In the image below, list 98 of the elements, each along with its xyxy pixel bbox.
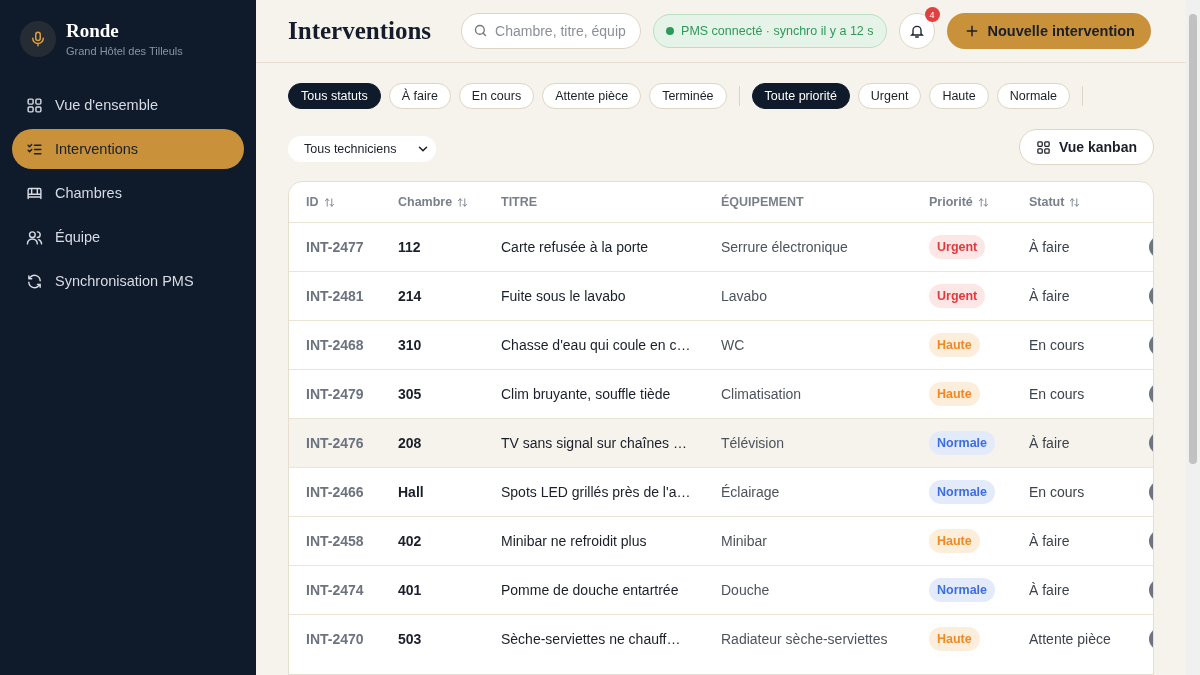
page-title: Interventions: [288, 17, 432, 45]
table-cell: En cours: [1029, 484, 1085, 500]
new-intervention-button[interactable]: Nouvelle intervention: [946, 13, 1151, 49]
table-cell: Chasse d'eau qui coule en c…: [501, 337, 691, 353]
table-cell: INT-2466: [306, 484, 364, 500]
filter-chip[interactable]: Terminée: [649, 83, 727, 109]
sidebar-item[interactable]: Vue d'ensemble: [12, 85, 244, 125]
sort-icon: [323, 196, 335, 208]
search-field[interactable]: Chambre, titre, équip: [461, 13, 642, 49]
filter-chip[interactable]: Urgent: [857, 83, 922, 109]
filter-chip[interactable]: Attente pièce: [542, 83, 642, 109]
column-header[interactable]: Statut: [1029, 195, 1081, 209]
priority-badge: Urgent: [929, 284, 986, 308]
priority-badge: Normale: [929, 480, 996, 504]
filter-chip[interactable]: Haute: [929, 83, 989, 109]
table-cell: Fuite sous le lavabo: [501, 288, 626, 304]
table-cell: À faire: [1029, 582, 1070, 598]
people-icon: [26, 228, 43, 246]
table-cell: Pomme de douche entartrée: [501, 582, 679, 598]
brand-name: Ronde: [66, 20, 120, 42]
column-header[interactable]: Chambre: [398, 195, 469, 209]
notification-badge: 4: [924, 7, 940, 22]
table-cell: 503: [398, 631, 422, 647]
bell-icon: [908, 23, 925, 39]
table-cell: 310: [398, 337, 422, 353]
filter-chip[interactable]: À faire: [388, 83, 451, 109]
priority-badge: Normale: [929, 578, 996, 602]
microphone-logo-icon: [20, 20, 56, 57]
table-cell: Lavabo: [721, 288, 767, 304]
priority-badge: Haute: [929, 627, 980, 651]
sort-icon: [1069, 196, 1081, 208]
priority-badge: Normale: [929, 431, 996, 455]
sidebar-item[interactable]: Chambres: [12, 173, 244, 213]
column-header: ÉQUIPEMENT: [721, 195, 804, 209]
table-cell: Sèche-serviettes ne chauff…: [501, 631, 681, 647]
plus-icon: [964, 24, 979, 38]
column-header[interactable]: ID: [306, 195, 335, 209]
table-cell: INT-2474: [306, 582, 364, 598]
sync-status-text: PMS connecté · synchro il y a 12 s: [681, 24, 874, 38]
scrollbar-thumb[interactable]: [1189, 14, 1197, 464]
table-cell: WC: [721, 337, 745, 353]
table-cell: Radiateur sèche-serviettes: [721, 631, 888, 647]
table-cell: INT-2477: [306, 239, 364, 255]
table-cell: INT-2468: [306, 337, 364, 353]
table-cell: 305: [398, 386, 422, 402]
filter-chip[interactable]: En cours: [458, 83, 535, 109]
column-header[interactable]: Priorité: [929, 195, 989, 209]
table-cell: Spots LED grillés près de l'a…: [501, 484, 691, 500]
table-cell: INT-2470: [306, 631, 364, 647]
filter-chip[interactable]: Normale: [996, 83, 1070, 109]
table-cell: Minibar: [721, 533, 767, 549]
grid-icon: [1035, 139, 1051, 155]
filter-chip[interactable]: Tous statuts: [288, 83, 381, 109]
sort-icon: [977, 196, 989, 208]
filter-chip[interactable]: Toute priorité: [751, 83, 850, 109]
table-cell: INT-2481: [306, 288, 364, 304]
table-cell: 401: [398, 582, 422, 598]
table-cell: TV sans signal sur chaînes …: [501, 435, 687, 451]
table-cell: Clim bruyante, souffle tiède: [501, 386, 671, 402]
priority-badge: Haute: [929, 333, 980, 357]
hotel-name: Grand Hôtel des Tilleuls: [66, 45, 183, 57]
scrollbar[interactable]: [1186, 0, 1200, 675]
priority-badge: Urgent: [929, 235, 986, 259]
priority-badge: Haute: [929, 382, 980, 406]
table-cell: 214: [398, 288, 422, 304]
table-cell: À faire: [1029, 239, 1070, 255]
table-cell: 402: [398, 533, 422, 549]
sidebar-item[interactable]: Synchronisation PMS: [12, 261, 244, 301]
kanban-view-button[interactable]: Vue kanban: [1018, 129, 1154, 165]
table-cell: À faire: [1029, 435, 1070, 451]
table-cell: Carte refusée à la porte: [501, 239, 649, 255]
status-dot-icon: [666, 27, 675, 35]
table-cell: Télévision: [721, 435, 785, 451]
table-cell: INT-2479: [306, 386, 364, 402]
table-cell: Climatisation: [721, 386, 802, 402]
table-cell: En cours: [1029, 386, 1085, 402]
column-header: TITRE: [501, 195, 538, 209]
table-cell: Hall: [398, 484, 424, 500]
table-cell: Minibar ne refroidit plus: [501, 533, 647, 549]
table-cell: INT-2458: [306, 533, 364, 549]
technician-select[interactable]: Tous techniciens: [288, 135, 437, 162]
sidebar-item[interactable]: Équipe: [12, 217, 244, 257]
table-cell: INT-2476: [306, 435, 364, 451]
table-cell: Attente pièce: [1029, 631, 1111, 647]
notifications-button[interactable]: [898, 13, 935, 49]
table-cell: À faire: [1029, 288, 1070, 304]
table-cell: À faire: [1029, 533, 1070, 549]
sync-icon: [26, 272, 43, 290]
table-cell: En cours: [1029, 337, 1085, 353]
table-cell: 112: [398, 239, 421, 255]
priority-badge: Haute: [929, 529, 980, 553]
table-cell: Douche: [721, 582, 770, 598]
table-cell: 208: [398, 435, 422, 451]
table-cell: Serrure électronique: [721, 239, 848, 255]
grid-icon: [26, 96, 43, 114]
table-cell: Éclairage: [721, 484, 780, 500]
sidebar-item[interactable]: Interventions: [12, 129, 244, 169]
sort-icon: [457, 196, 469, 208]
